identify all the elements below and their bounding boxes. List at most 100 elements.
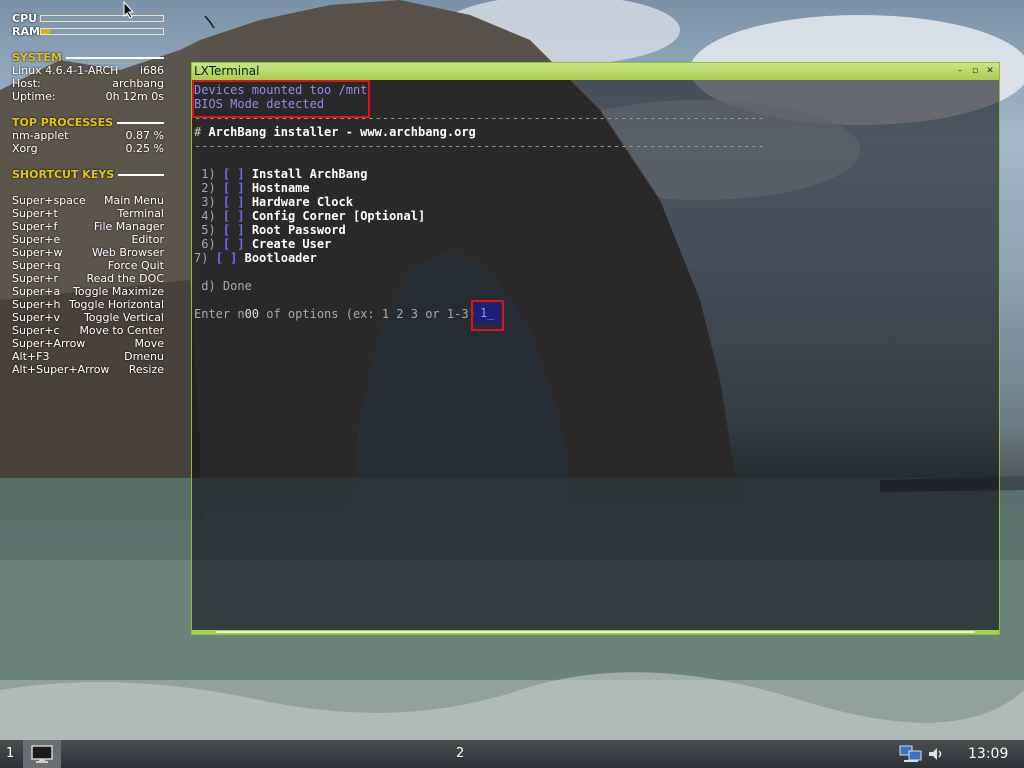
ram-label: RAM	[12, 25, 40, 38]
mouse-pointer-icon	[123, 1, 135, 19]
shortcut-row-key: Super+h	[12, 298, 61, 311]
menu-item-label: Install ArchBang	[244, 167, 368, 181]
shortcut-row-key: Super+w	[12, 246, 63, 259]
separator: ----------------------------------------…	[194, 139, 765, 153]
shortcut-row-value: Move to Center	[79, 324, 164, 337]
installer-title: ArchBang installer - www.archbang.org	[208, 125, 476, 139]
taskbar: 1 2 13:09	[0, 740, 1024, 768]
shortcut-row-value: Force Quit	[107, 259, 164, 272]
terminal-body[interactable]: Devices mounted too /mnt BIOS Mode detec…	[192, 80, 999, 630]
shortcut-row-value: Move	[134, 337, 165, 350]
menu-item-checkbox[interactable]: [ ]	[216, 251, 238, 265]
desktop-1-button[interactable]: 1	[6, 740, 14, 768]
maximize-icon[interactable]: ▫	[969, 65, 981, 77]
menu-item-label: Root Password	[244, 223, 346, 237]
menu-item[interactable]: 3) [ ] Hardware Clock	[194, 195, 353, 209]
shortcut-row-key: Super+t	[12, 207, 58, 220]
close-icon[interactable]: ✕	[984, 65, 996, 77]
shortcut-row-key: Super+q	[12, 259, 61, 272]
system-row: Host: archbang	[12, 77, 164, 90]
menu-item-label: Hostname	[244, 181, 310, 195]
menu-item-number: 7)	[194, 251, 216, 265]
prompt-text: of options (ex: 1 2 3 or 1-3):	[259, 307, 483, 321]
shortcut-row-key: Super+c	[12, 324, 60, 337]
shortcut-row-value: File Manager	[93, 220, 164, 233]
menu-item[interactable]: 1) [ ] Install ArchBang	[194, 167, 367, 181]
clock[interactable]: 13:09	[968, 740, 1008, 768]
shortcut-row-key: Super+v	[12, 311, 60, 324]
menu-item-number: 6)	[194, 237, 223, 251]
process-row-value: 0.87 %	[125, 129, 164, 142]
prompt: Enter n00 of options (ex: 1 2 3 or 1-3):	[194, 307, 483, 321]
shortcut-row: Super+space Main Menu	[12, 194, 164, 207]
menu-item-number: 5)	[194, 223, 223, 237]
system-row-key: Host:	[12, 77, 41, 90]
terminal-window[interactable]: LXTerminal – ▫ ✕ Devices mounted too /mn…	[191, 62, 1000, 635]
title-bar[interactable]: LXTerminal – ▫ ✕	[192, 63, 999, 80]
menu-item-checkbox[interactable]: [ ]	[223, 167, 245, 181]
system-header: SYSTEM	[12, 51, 164, 64]
shortcut-row: Alt+F3 Dmenu	[12, 350, 164, 363]
shortcut-row-key: Super+r	[12, 272, 58, 285]
shortcut-row-key: Alt+Super+Arrow	[12, 363, 110, 376]
menu-item-number: 2)	[194, 181, 223, 195]
shortcut-row: Super+e Editor	[12, 233, 164, 246]
prompt-overstrike: 00	[244, 307, 260, 321]
done-option: d) Done	[194, 279, 252, 293]
cpu-label: CPU	[12, 12, 38, 25]
menu-item-checkbox[interactable]: [ ]	[223, 181, 245, 195]
ram-meter-fill	[41, 29, 50, 34]
shortcut-row: Alt+Super+Arrow Resize	[12, 363, 164, 376]
system-row-value: 0h 12m 0s	[105, 90, 164, 103]
window-bottom-border[interactable]	[192, 630, 999, 634]
menu-item[interactable]: 2) [ ] Hostname	[194, 181, 310, 195]
system-row-key: Linux 4.6.4-1-ARCH	[12, 64, 119, 77]
shortcut-row: Super+f File Manager	[12, 220, 164, 233]
installer-header: # ArchBang installer - www.archbang.org	[194, 125, 476, 139]
shortcut-row-value: Toggle Maximize	[73, 285, 164, 298]
system-header-label: SYSTEM	[12, 51, 62, 64]
menu-item[interactable]: 7) [ ] Bootloader	[194, 251, 317, 265]
menu-item-label: Create User	[244, 237, 332, 251]
desktop-2-button[interactable]: 2	[456, 740, 464, 768]
menu-item-label: Hardware Clock	[244, 195, 353, 209]
shortcut-list: Super+space Main Menu Super+t Terminal Super…	[12, 194, 164, 376]
system-row-value: i686	[139, 64, 164, 77]
shortcuts-header-label: SHORTCUT KEYS	[12, 168, 115, 181]
cpu-meter	[40, 15, 164, 22]
menu-item-checkbox[interactable]: [ ]	[223, 209, 245, 223]
system-row: Uptime: 0h 12m 0s	[12, 90, 164, 103]
ram-meter	[40, 28, 164, 35]
divider	[117, 121, 164, 124]
conky-panel: CPU RAM SYSTEM Linux 4.6.4-1-ARCH i686 Hos…	[12, 12, 164, 376]
window-title: LXTerminal	[194, 64, 260, 78]
prompt-text: Enter n	[194, 307, 245, 321]
done-label: d) Done	[201, 279, 252, 293]
processes-header: TOP PROCESSES	[12, 116, 164, 129]
shortcut-row-value: Terminal	[117, 207, 165, 220]
menu-item[interactable]: 6) [ ] Create User	[194, 237, 331, 251]
volume-icon[interactable]	[927, 746, 945, 762]
processes-header-label: TOP PROCESSES	[12, 116, 114, 129]
shortcut-row-value: Editor	[131, 233, 164, 246]
cpu-meter-row: CPU	[12, 12, 164, 25]
system-row-value: archbang	[112, 77, 164, 90]
shortcut-row: Super+c Move to Center	[12, 324, 164, 337]
minimize-icon[interactable]: –	[954, 65, 966, 77]
menu-item[interactable]: 5) [ ] Root Password	[194, 223, 346, 237]
terminal-task-button[interactable]	[23, 740, 61, 768]
divider	[118, 173, 164, 176]
network-icon[interactable]	[899, 744, 923, 764]
menu-item[interactable]: 4) [ ] Config Corner [Optional]	[194, 209, 425, 223]
divider	[65, 56, 164, 59]
menu-item-checkbox[interactable]: [ ]	[223, 223, 245, 237]
system-row: Linux 4.6.4-1-ARCH i686	[12, 64, 164, 77]
menu-item-label: Bootloader	[237, 251, 317, 265]
process-row-key: Xorg	[12, 142, 38, 155]
shortcut-row-value: Read the DOC	[86, 272, 165, 285]
menu-item-checkbox[interactable]: [ ]	[223, 237, 245, 251]
separator: ----------------------------------------…	[194, 111, 765, 125]
menu-item-checkbox[interactable]: [ ]	[223, 195, 245, 209]
shortcut-row-value: Web Browser	[91, 246, 164, 259]
desktop: CPU RAM SYSTEM Linux 4.6.4-1-ARCH i686 Hos…	[0, 0, 1024, 768]
